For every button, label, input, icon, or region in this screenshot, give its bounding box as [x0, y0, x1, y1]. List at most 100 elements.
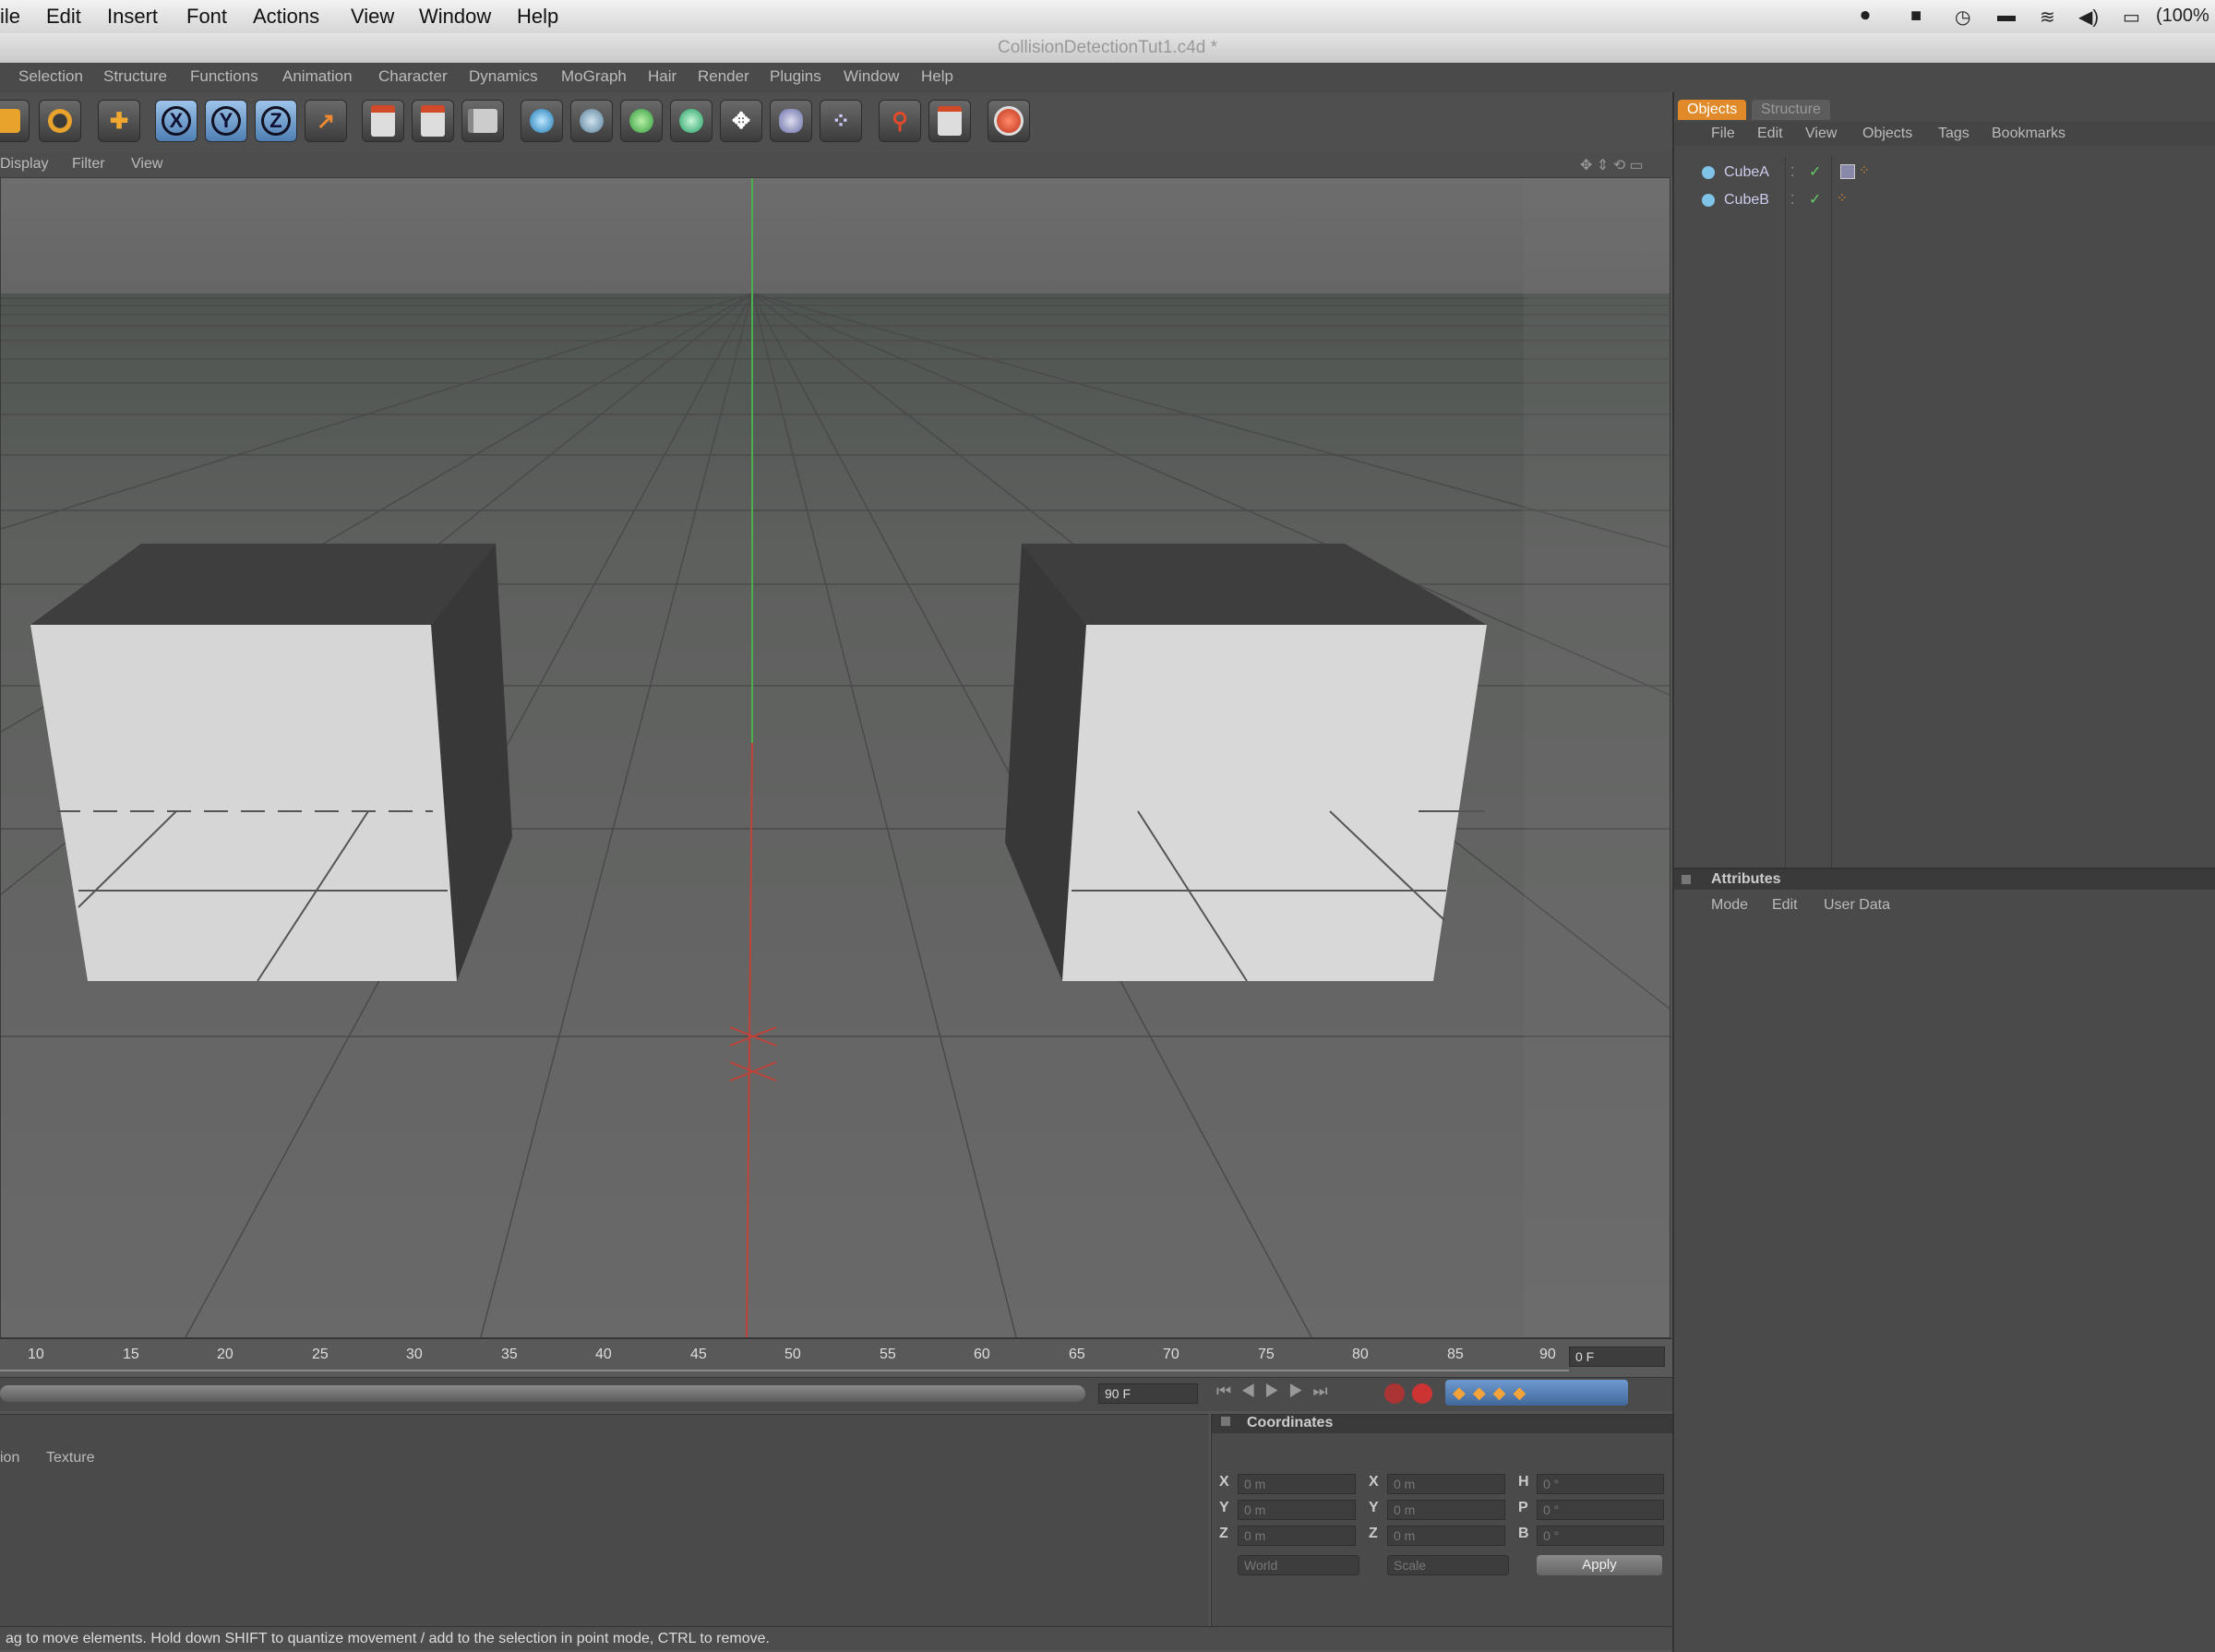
coordinates-panel: Coordinates X 0 m X 0 m H 0 ° Y 0 m Y 0 …: [1211, 1414, 1673, 1629]
attributes-menu-user-data[interactable]: User Data: [1824, 897, 1890, 914]
objects-menu-edit[interactable]: Edit: [1757, 126, 1783, 142]
app-menu-plugins[interactable]: Plugins: [770, 67, 821, 86]
dynamics-tag-icon[interactable]: ⁘: [1859, 162, 1870, 178]
tag-icon[interactable]: [1840, 164, 1855, 179]
rot-b-field[interactable]: 0 °: [1537, 1526, 1664, 1546]
nurbs-tool-icon[interactable]: [620, 100, 663, 142]
current-frame-field[interactable]: 0 F: [1569, 1347, 1665, 1367]
array-tool-icon[interactable]: [670, 100, 712, 142]
size-y-field[interactable]: 0 m: [1387, 1500, 1505, 1520]
render-settings-icon[interactable]: [461, 100, 504, 142]
pos-y-field[interactable]: 0 m: [1238, 1500, 1356, 1520]
tab-objects[interactable]: Objects: [1678, 100, 1747, 120]
environment-tool-icon[interactable]: ⁘: [820, 100, 862, 142]
menu-view[interactable]: View: [351, 5, 394, 29]
objects-menu-objects[interactable]: Objects: [1862, 126, 1912, 142]
scale-tool-icon[interactable]: [0, 100, 30, 142]
app-menu-window[interactable]: Window: [844, 67, 899, 86]
enabled-check-icon[interactable]: ✓: [1809, 162, 1821, 181]
scene-tool-icon[interactable]: [770, 100, 812, 142]
app-menu-character[interactable]: Character: [378, 67, 448, 86]
panel-grip-icon: [1682, 875, 1691, 884]
app-menu-structure[interactable]: Structure: [103, 67, 167, 86]
menu-actions[interactable]: Actions: [253, 5, 319, 29]
timeline-ruler[interactable]: 10 15 20 25 30 35 40 45 50 55 60 65 70 7…: [0, 1338, 1672, 1378]
material-menu-texture[interactable]: Texture: [46, 1450, 94, 1466]
menu-insert[interactable]: Insert: [107, 5, 158, 29]
z-axis-lock-button[interactable]: Z: [255, 100, 297, 142]
attributes-menu-mode[interactable]: Mode: [1711, 897, 1748, 914]
light-tool-icon[interactable]: [928, 100, 971, 142]
material-menu-function[interactable]: ion: [0, 1450, 19, 1466]
render-picture-viewer-icon[interactable]: [412, 100, 454, 142]
y-axis-lock-button[interactable]: Y: [205, 100, 247, 142]
viewport-menu-filter[interactable]: Filter: [72, 156, 105, 173]
viewport-nav-icons[interactable]: ✥ ⇕ ⟲ ▭: [1580, 156, 1644, 174]
coordinate-system-icon[interactable]: ↗: [305, 100, 347, 142]
visibility-dots-icon[interactable]: ⁚: [1790, 164, 1794, 180]
camera-tool-icon[interactable]: ⚲: [879, 100, 921, 142]
object-row-cubeb[interactable]: CubeB ⁚ ✓ ⁘: [1674, 188, 2215, 212]
wifi-icon[interactable]: ≋: [2040, 6, 2055, 29]
objects-menu-tags[interactable]: Tags: [1938, 126, 1970, 142]
record-icon[interactable]: [1384, 1383, 1405, 1404]
menu-file[interactable]: ile: [0, 5, 20, 29]
menu-window[interactable]: Window: [419, 5, 491, 29]
pos-x-field[interactable]: 0 m: [1238, 1474, 1356, 1494]
app-menu-render[interactable]: Render: [698, 67, 749, 86]
viewport-menu-display[interactable]: Display: [0, 156, 48, 173]
time-range-slider[interactable]: [0, 1385, 1085, 1402]
spline-tool-icon[interactable]: [570, 100, 613, 142]
objects-menu-view[interactable]: View: [1805, 126, 1837, 142]
record-keyframe-icon[interactable]: [988, 100, 1030, 142]
rot-h-field[interactable]: 0 °: [1537, 1474, 1664, 1494]
app-menu-mograph[interactable]: MoGraph: [561, 67, 627, 86]
autokey-icon[interactable]: [1412, 1383, 1432, 1404]
pos-x-label: X: [1219, 1474, 1229, 1490]
objects-menu-bookmarks[interactable]: Bookmarks: [1992, 126, 2065, 142]
cube-a-mesh[interactable]: [30, 544, 512, 982]
dynamics-tag-icon[interactable]: ⁘: [1837, 190, 1848, 206]
app-menu-functions[interactable]: Functions: [190, 67, 258, 86]
cube-primitive-icon[interactable]: [521, 100, 563, 142]
playback-controls[interactable]: ⏮◀▶▶⏭: [1216, 1382, 1337, 1401]
menu-edit[interactable]: Edit: [46, 5, 81, 29]
end-frame-field[interactable]: 90 F: [1098, 1383, 1198, 1404]
objects-menu-file[interactable]: File: [1711, 126, 1735, 142]
screen-record-icon[interactable]: ⏺: [1861, 6, 1870, 27]
pos-z-field[interactable]: 0 m: [1238, 1526, 1356, 1546]
key-filter-buttons[interactable]: ◆◆◆◆: [1445, 1380, 1628, 1406]
menu-font[interactable]: Font: [186, 5, 227, 29]
size-x-field[interactable]: 0 m: [1387, 1474, 1505, 1494]
app-menu-hair[interactable]: Hair: [648, 67, 676, 86]
scale-mode-select[interactable]: Scale: [1387, 1555, 1509, 1575]
app-menu-selection[interactable]: Selection: [18, 67, 83, 86]
time-machine-icon[interactable]: ◷: [1955, 6, 1970, 29]
app-menu-dynamics[interactable]: Dynamics: [469, 67, 538, 86]
apply-button[interactable]: Apply: [1537, 1555, 1662, 1575]
tab-structure[interactable]: Structure: [1752, 100, 1830, 120]
attributes-menu-edit[interactable]: Edit: [1772, 897, 1798, 914]
object-row-cubea[interactable]: CubeA ⁚ ✓ ⁘: [1674, 161, 2215, 185]
volume-icon[interactable]: ◀): [2078, 6, 2099, 29]
rot-p-field[interactable]: 0 °: [1537, 1500, 1664, 1520]
x-axis-lock-button[interactable]: X: [155, 100, 198, 142]
render-view-icon[interactable]: [362, 100, 404, 142]
display-icon[interactable]: ▬: [1997, 6, 2016, 27]
menu-help[interactable]: Help: [517, 5, 558, 29]
battery-percent: (100%: [2156, 6, 2209, 26]
app-status-icon[interactable]: ■: [1910, 6, 1922, 27]
visibility-dots-icon[interactable]: ⁚: [1790, 192, 1794, 208]
enabled-check-icon[interactable]: ✓: [1809, 190, 1821, 209]
app-menu-animation[interactable]: Animation: [282, 67, 353, 86]
battery-icon[interactable]: ▭: [2123, 6, 2140, 29]
app-menu-help[interactable]: Help: [921, 67, 953, 86]
perspective-viewport[interactable]: [0, 177, 1670, 1338]
cube-b-mesh[interactable]: [1005, 544, 1487, 982]
rotate-tool-icon[interactable]: [39, 100, 81, 142]
viewport-menu-view[interactable]: View: [131, 156, 162, 173]
deformer-tool-icon[interactable]: ✥: [720, 100, 762, 142]
size-z-field[interactable]: 0 m: [1387, 1526, 1505, 1546]
move-tool-icon[interactable]: ✚: [98, 100, 140, 142]
coordinate-mode-select[interactable]: World: [1238, 1555, 1359, 1575]
